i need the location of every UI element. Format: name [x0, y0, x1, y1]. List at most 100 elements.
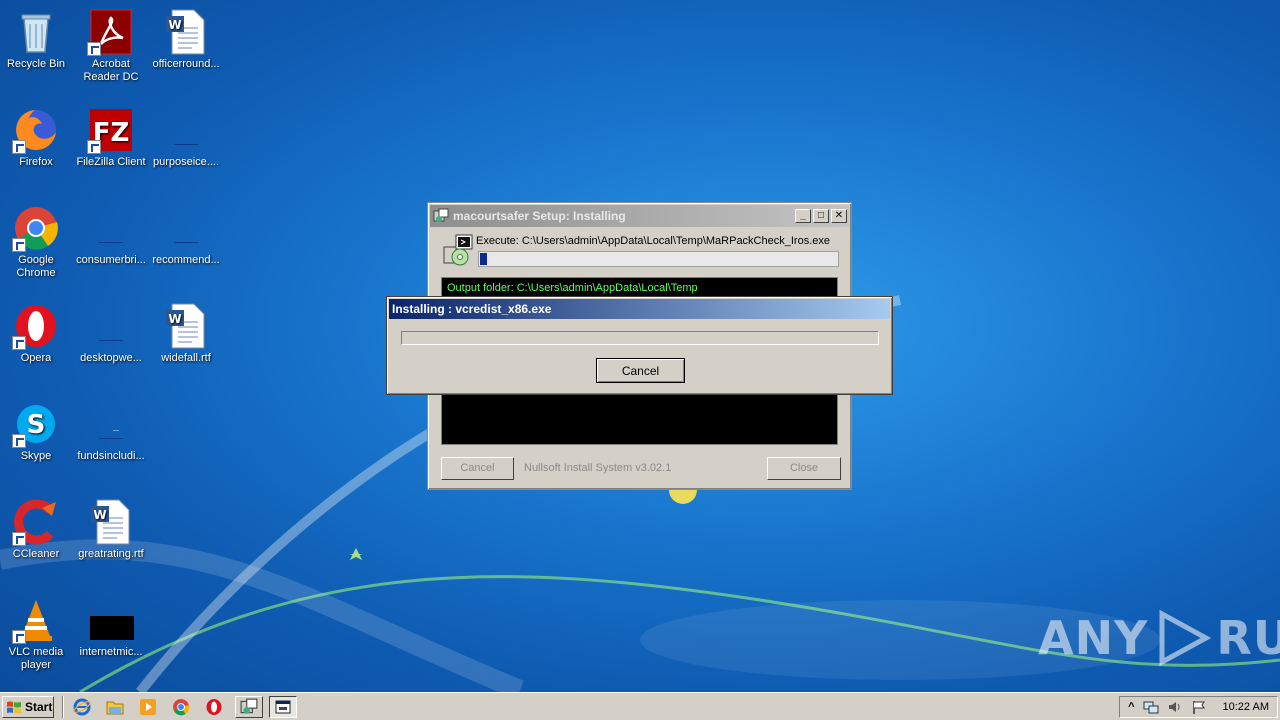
desktop-icon-label: Opera [20, 352, 52, 364]
volume-icon[interactable] [1167, 699, 1183, 715]
desktop-icon-desktopwe[interactable]: desktopwe... [73, 302, 149, 365]
desktop-icon-greatrating[interactable]: W greatrating.rtf [73, 498, 149, 561]
opera-icon [206, 698, 222, 715]
word-document-icon: W [166, 303, 205, 349]
shortcut-arrow-icon [12, 630, 26, 644]
desktop-icon-label: consumerbri... [76, 254, 146, 266]
taskbar-installer-button[interactable] [235, 695, 263, 718]
installer-titlebar[interactable]: macourtsafer Setup: Installing _ □ ✕ [430, 205, 849, 227]
installer-title: macourtsafer Setup: Installing [453, 209, 626, 223]
desktop-icon-label: FileZilla Client [76, 156, 146, 168]
desktop-icon-opera[interactable]: Opera [0, 302, 74, 365]
desktop-icon-consumerbri[interactable]: consumerbri... [73, 204, 149, 267]
desktop-icon-recycle-bin[interactable]: Recycle Bin [0, 8, 74, 71]
quicklaunch-explorer[interactable] [103, 696, 127, 718]
close-window-button[interactable]: ✕ [831, 209, 847, 223]
installer-app-icon [240, 698, 258, 714]
desktop-icon-label: Firefox [19, 156, 53, 168]
desktop-icon-fundsincludi[interactable]: fundsincludi... [73, 400, 149, 463]
desktop-icon-google-chrome[interactable]: Google Chrome [0, 204, 74, 280]
black-file-icon [90, 616, 134, 640]
installer-button-bar: Cancel Nullsoft Install System v3.02.1 C… [441, 455, 841, 481]
blank-file-icon [174, 242, 198, 243]
execute-status-text: Execute: C:\Users\admin\AppData\Local\Te… [476, 235, 830, 247]
desktop-icon-firefox[interactable]: Firefox [0, 106, 74, 169]
svg-text:W: W [168, 312, 181, 326]
quicklaunch-chrome[interactable] [169, 696, 193, 718]
dialog-cancel-button[interactable]: Cancel [596, 358, 685, 383]
system-tray: ^ 10:22 AM [1119, 695, 1278, 718]
shortcut-arrow-icon [12, 140, 26, 154]
installer-close-button[interactable]: Close [767, 456, 841, 480]
desktop-icon-ccleaner[interactable]: CCleaner [0, 498, 74, 561]
desktop-icon-widefall[interactable]: W widefall.rtf [148, 302, 224, 365]
play-triangle-icon [1159, 609, 1212, 667]
chrome-icon [173, 698, 190, 715]
dialog-title: Installing : vcredist_x86.exe [392, 302, 552, 316]
log-line: Output folder: C:\Users\admin\AppData\Lo… [447, 282, 698, 294]
installer-progress-fill [480, 253, 488, 265]
shortcut-arrow-icon [12, 238, 26, 252]
installer-app-icon [433, 208, 449, 222]
dialog-titlebar[interactable]: Installing : vcredist_x86.exe [389, 299, 890, 319]
windows-logo-icon [7, 701, 21, 713]
minimize-button[interactable]: _ [795, 209, 811, 223]
desktop-icon-label: widefall.rtf [161, 352, 211, 364]
installer-setup-icon [443, 234, 473, 266]
installer-cancel-button[interactable]: Cancel [441, 456, 514, 480]
desktop-icon-skype[interactable]: S Skype [0, 400, 74, 463]
desktop-icon-label: Google Chrome [16, 254, 56, 279]
start-button[interactable]: Start [2, 695, 54, 718]
taskbar-separator [62, 695, 64, 718]
anyrun-watermark: ANY RUN [1038, 608, 1280, 668]
desktop-icon-label: fundsincludi... [77, 450, 145, 462]
watermark-right-text: RUN [1216, 611, 1280, 665]
desktop-icon-label: recommend... [152, 254, 220, 266]
blank-file-icon [174, 144, 198, 145]
tray-expand-icon[interactable]: ^ [1128, 701, 1134, 713]
network-icon[interactable] [1143, 699, 1159, 715]
maximize-button[interactable]: □ [813, 209, 829, 223]
blank-file-icon [99, 340, 123, 341]
desktop-icon-label: CCleaner [12, 548, 60, 560]
close-icon: ✕ [834, 210, 844, 221]
desktop-icon-acrobat[interactable]: Acrobat Reader DC [73, 8, 149, 84]
action-center-flag-icon[interactable] [1191, 699, 1207, 715]
desktop-icon-label: Recycle Bin [6, 58, 66, 70]
nsis-version-label: Nullsoft Install System v3.02.1 [524, 462, 672, 474]
quicklaunch-opera[interactable] [202, 696, 226, 718]
blank-file-icon [99, 430, 123, 439]
desktop-icon-officerround[interactable]: W officerround... [148, 8, 224, 71]
taskbar: Start ^ 10:22 AM [0, 692, 1280, 720]
dialog-progress-bar [401, 331, 879, 345]
taskbar-dialog-button[interactable] [269, 695, 297, 718]
desktop-icon-purposeice[interactable]: purposeice.... [148, 106, 224, 169]
desktop-icon-label: officerround... [152, 58, 220, 70]
blank-file-icon [99, 242, 123, 243]
internet-explorer-icon [73, 698, 91, 715]
desktop-icon-filezilla[interactable]: FZ FileZilla Client [73, 106, 149, 169]
recycle-bin-icon [21, 14, 51, 53]
window-icon [275, 700, 291, 713]
word-document-icon: W [91, 499, 130, 545]
installer-progress-bar [478, 251, 839, 267]
svg-text:W: W [168, 18, 181, 32]
desktop-icon-label: Acrobat Reader DC [83, 58, 139, 83]
desktop-icon-label: Skype [20, 450, 52, 462]
maximize-icon: □ [817, 210, 825, 221]
desktop-icon-label: greatrating.rtf [78, 548, 144, 560]
folder-icon [106, 701, 124, 714]
desktop-icon-internetmic[interactable]: internetmic... [73, 596, 149, 659]
shortcut-arrow-icon [12, 532, 26, 546]
vcredist-install-dialog: Installing : vcredist_x86.exe Cancel [386, 296, 893, 395]
clock[interactable]: 10:22 AM [1223, 701, 1269, 713]
word-document-icon: W [166, 9, 205, 55]
desktop-icon-recommend[interactable]: recommend... [148, 204, 224, 267]
shortcut-arrow-icon [87, 140, 101, 154]
desktop-icon-vlc[interactable]: VLC media player [0, 596, 74, 672]
quicklaunch-ie[interactable] [70, 696, 94, 718]
watermark-left-text: ANY [1038, 611, 1149, 665]
shortcut-arrow-icon [12, 336, 26, 350]
svg-text:S: S [27, 410, 46, 440]
quicklaunch-media[interactable] [136, 696, 160, 718]
